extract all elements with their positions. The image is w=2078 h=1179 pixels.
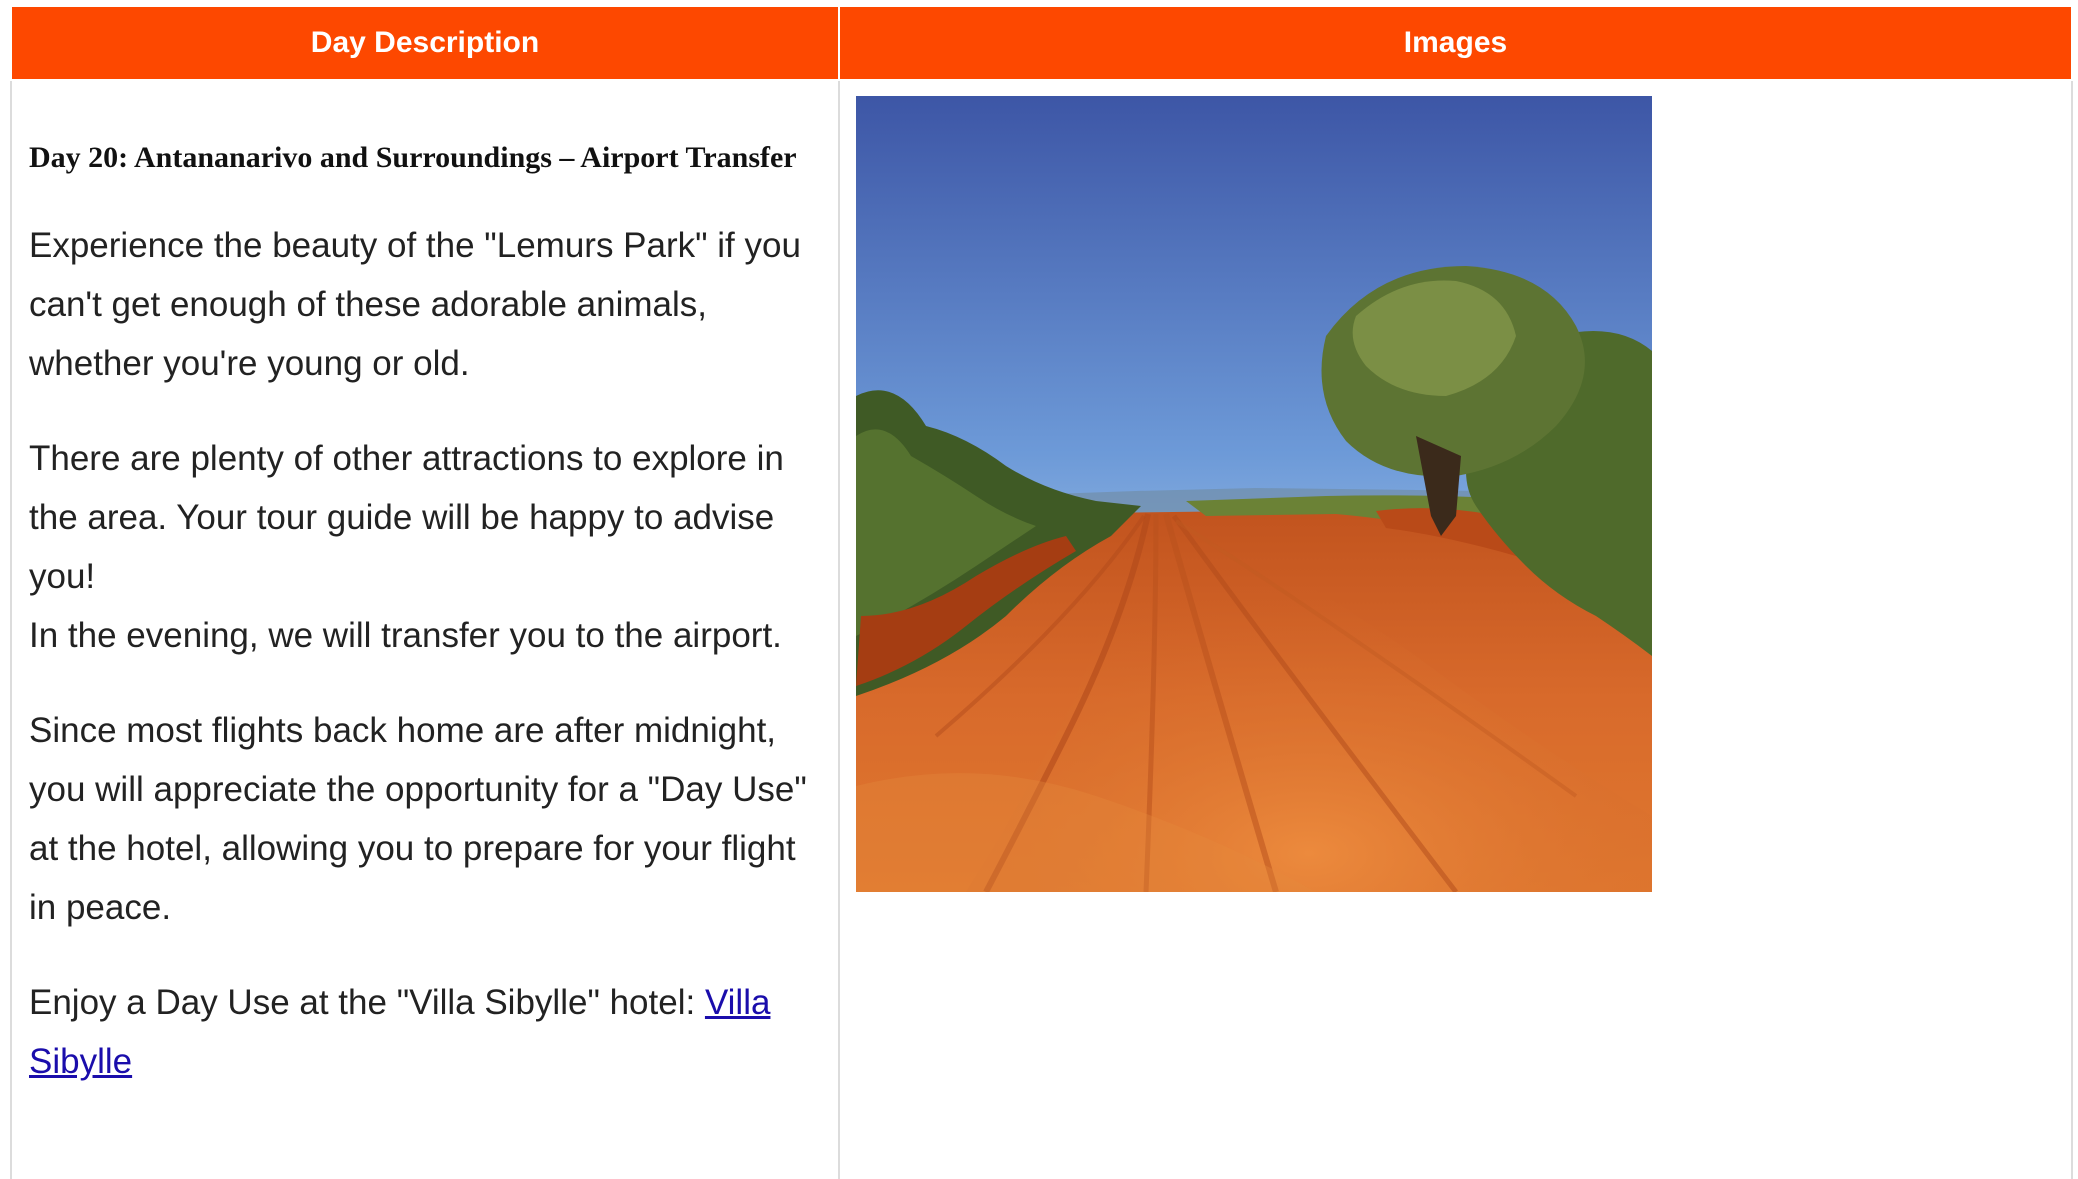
images-content	[840, 81, 2071, 892]
itinerary-page: Day Description Images Day 20: Antananar…	[0, 0, 2078, 1179]
paragraph-villa-sibylle: Enjoy a Day Use at the "Villa Sibylle" h…	[29, 973, 820, 1091]
paragraph-airport-transfer: In the evening, we will transfer you to …	[29, 616, 782, 655]
villa-sibylle-intro: Enjoy a Day Use at the "Villa Sibylle" h…	[29, 983, 705, 1022]
paragraph-lemurs-park: Experience the beauty of the "Lemurs Par…	[29, 226, 801, 383]
paragraph-day-use: Since most flights back home are after m…	[29, 711, 807, 927]
itinerary-table: Day Description Images Day 20: Antananar…	[10, 7, 2073, 1179]
paragraph-attractions: There are plenty of other attractions to…	[29, 439, 784, 596]
day-description-content: Day 20: Antananarivo and Surroundings – …	[12, 81, 838, 1091]
header-day-description: Day Description	[10, 7, 840, 81]
day-title: Day 20: Antananarivo and Surroundings – …	[29, 141, 797, 174]
header-images: Images	[838, 7, 2073, 81]
table-row: Day 20: Antananarivo and Surroundings – …	[10, 80, 2073, 1179]
table-header-row: Day Description Images	[10, 7, 2073, 81]
images-cell	[838, 80, 2073, 1179]
red-dirt-road-photo	[856, 96, 1652, 892]
day-description-cell: Day 20: Antananarivo and Surroundings – …	[10, 80, 840, 1179]
